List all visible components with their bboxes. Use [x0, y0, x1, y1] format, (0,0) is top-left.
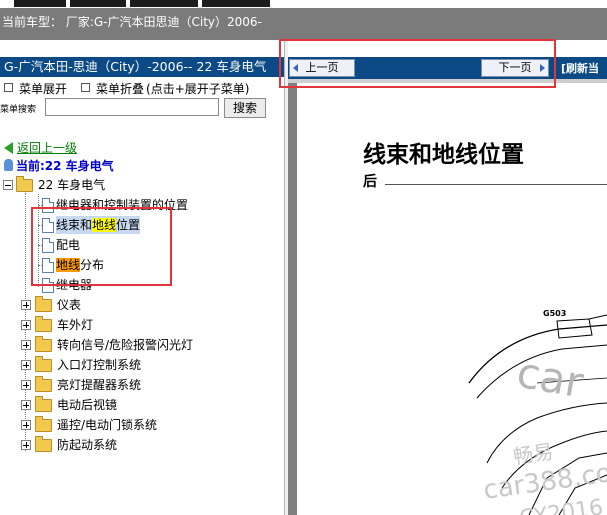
back-link-text: 返回上一级: [17, 141, 78, 155]
wiring-diagram: [468, 314, 607, 515]
diagram-label: G503: [543, 309, 567, 318]
tree-folder-light-reminder[interactable]: 亮灯提醒器系统: [0, 376, 284, 394]
expand-toggle-icon[interactable]: [21, 320, 31, 330]
folder-icon: [35, 396, 52, 412]
folder-icon: [35, 296, 52, 312]
tree-folder-label: 亮灯提醒器系统: [57, 378, 142, 392]
back-link[interactable]: 返回上一级: [4, 139, 77, 156]
folder-icon: [35, 356, 52, 372]
document-page: 线束和地线位置 后 G503 car 畅易 car388.co CY2016: [297, 83, 607, 515]
collapse-icon: [81, 83, 91, 92]
collapse-toggle-icon[interactable]: [3, 180, 13, 190]
tree-root-label: 22 车身电气: [38, 178, 106, 192]
expand-toggle-icon[interactable]: [21, 360, 31, 370]
menu-collapse-link[interactable]: 菜单折叠: [96, 82, 144, 96]
vehicle-info-text: 当前车型： 厂家:G-广汽本田思迪（City）2006-: [2, 15, 262, 29]
left-panel-title: G-广汽本田-思迪（City）-2006-- 22 车身电气: [0, 57, 284, 77]
tree-folder-label: 入口灯控制系统: [57, 358, 142, 372]
back-arrow-icon: [4, 142, 13, 154]
tree-folder-label: 仪表: [57, 298, 82, 312]
tree-folder-gauges[interactable]: 仪表: [0, 296, 284, 314]
location-icon: [4, 159, 13, 171]
menu-expand-link[interactable]: 菜单展开: [19, 82, 67, 96]
search-input[interactable]: [45, 98, 219, 116]
refresh-link[interactable]: [刷新当: [561, 60, 599, 76]
expand-toggle-icon[interactable]: [21, 340, 31, 350]
tree-folder-entry-light[interactable]: 入口灯控制系统: [0, 356, 284, 374]
tree-folder-label: 防起动系统: [57, 438, 118, 452]
folder-icon: [35, 416, 52, 432]
watermark: 畅易: [511, 439, 555, 469]
expand-toggle-icon[interactable]: [21, 440, 31, 450]
folder-icon: [35, 436, 52, 452]
expand-toggle-icon[interactable]: [21, 420, 31, 430]
tree-folder-exterior-lights[interactable]: 车外灯: [0, 316, 284, 334]
annotation-box-tree: [31, 207, 172, 286]
folder-icon: [35, 316, 52, 332]
tree-folder-label: 转向信号/危险报警闪光灯: [57, 338, 194, 352]
expand-toggle-icon[interactable]: [21, 380, 31, 390]
annotation-box-nav: [279, 39, 556, 88]
folder-icon: [35, 336, 52, 352]
tab-3[interactable]: [130, 0, 198, 7]
tree-folder-label: 车外灯: [57, 318, 94, 332]
vehicle-info-bar: 当前车型： 厂家:G-广汽本田思迪（City）2006-: [0, 8, 607, 40]
menu-hint: (点击+展开子菜单): [146, 82, 250, 96]
tab-4[interactable]: [202, 0, 270, 7]
folder-open-icon: [16, 176, 33, 192]
tree-folder-turn-signal[interactable]: 转向信号/危险报警闪光灯: [0, 336, 284, 354]
document-viewer: 上一页 下一页 [刷新当 线束和地线位置 后 G503 car 畅易 car38…: [288, 40, 607, 515]
tab-1[interactable]: [14, 0, 66, 7]
current-location: 当前:22 车身电气: [4, 157, 114, 174]
tree-folder-label: 遥控/电动门锁系统: [57, 418, 158, 432]
tree-folder-power-mirrors[interactable]: 电动后视镜: [0, 396, 284, 414]
top-tab-strip: [0, 0, 607, 8]
left-panel-title-text: G-广汽本田-思迪（City）-2006-- 22 车身电气: [4, 59, 267, 74]
tree-root[interactable]: 22 车身电气: [0, 176, 284, 194]
menu-controls: 菜单展开 菜单折叠 (点击+展开子菜单): [0, 80, 249, 96]
expand-icon: [4, 83, 13, 92]
search-label: 菜单搜索: [0, 105, 37, 115]
tab-2[interactable]: [70, 0, 126, 7]
tree-folder-door-locks[interactable]: 遥控/电动门锁系统: [0, 416, 284, 434]
tree-folder-label: 电动后视镜: [57, 398, 118, 412]
current-label: 当前:22 车身电气: [16, 159, 114, 173]
tree-folder-immobilizer[interactable]: 防起动系统: [0, 436, 284, 454]
folder-icon: [35, 376, 52, 392]
expand-toggle-icon[interactable]: [21, 300, 31, 310]
search-button[interactable]: 搜索: [224, 98, 266, 118]
document-area: 线束和地线位置 后 G503 car 畅易 car388.co CY2016: [288, 83, 607, 515]
expand-toggle-icon[interactable]: [21, 400, 31, 410]
